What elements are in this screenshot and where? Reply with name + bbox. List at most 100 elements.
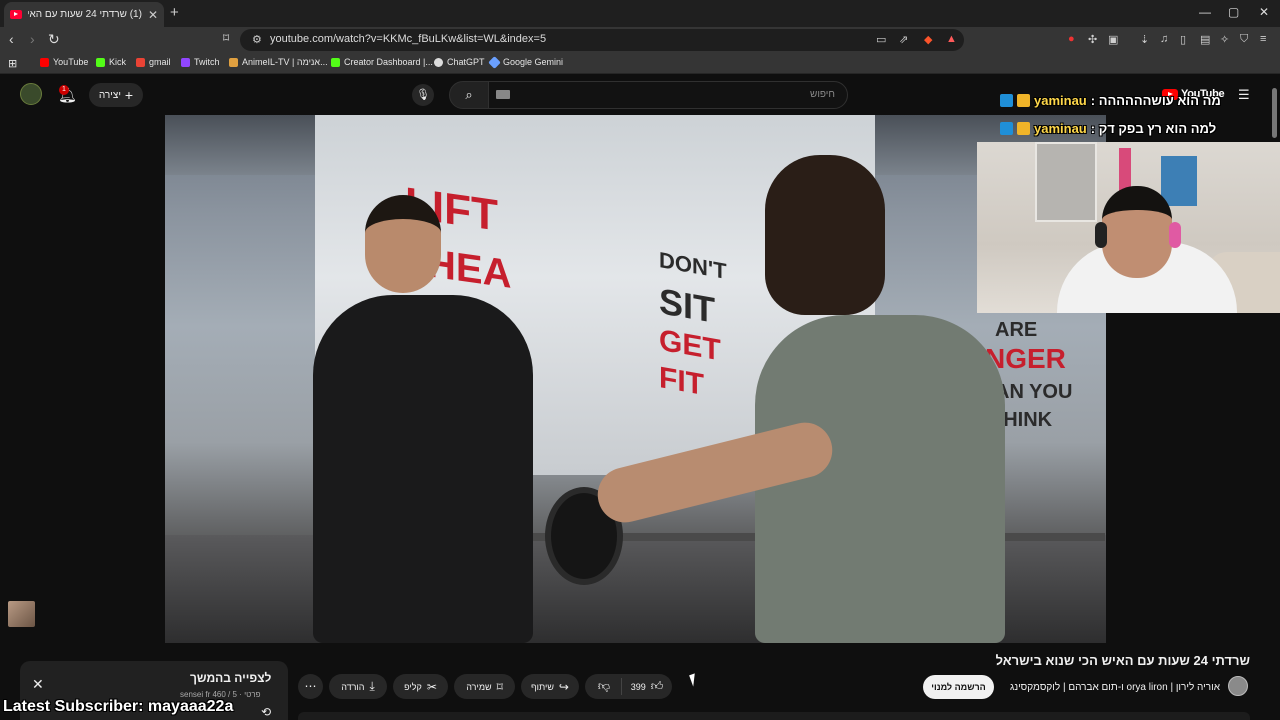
video-person-right-head [765, 155, 885, 315]
kick-icon [96, 57, 105, 67]
page-scrollbar[interactable] [1272, 88, 1277, 138]
reload-icon[interactable]: ↻ [48, 31, 60, 48]
subscribe-button[interactable]: הרשמה למנוי [923, 675, 994, 699]
leo-ai-icon[interactable]: ✧ [1220, 33, 1229, 46]
tab-close-icon[interactable]: ✕ [148, 8, 158, 22]
channel-names[interactable]: אוריה לירון | orya liron ו-תום אברהם | ל… [1010, 682, 1220, 693]
hamburger-menu-icon[interactable]: ☰ [1238, 87, 1250, 103]
url-text[interactable]: youtube.com/watch?v=KKMc_fBuLKw&list=WL&… [270, 33, 546, 45]
vpn-shield-icon[interactable]: ⛉ [1240, 33, 1248, 46]
more-actions-button[interactable]: ⋯ [298, 674, 323, 699]
bookmark-animeil[interactable]: AnimeIL-TV | אנימה... [229, 57, 328, 67]
gemini-icon [488, 55, 501, 69]
microphone-icon[interactable]: 🎙︎ [412, 84, 434, 106]
channel-avatar[interactable] [1228, 676, 1248, 696]
site-info-icon[interactable]: ⚙ [252, 33, 262, 46]
youtube-favicon-icon [10, 10, 22, 19]
bookmark-creator-dashboard[interactable]: Creator Dashboard |... [331, 57, 433, 67]
video-person-left [313, 295, 533, 643]
playlist-close-icon[interactable]: ✕ [32, 676, 44, 693]
apps-grid-icon[interactable]: ⊞ [8, 57, 17, 70]
description-box[interactable] [298, 712, 1250, 720]
chat-text: למה הוא רץ בפק דק : [1090, 121, 1217, 136]
window-close-button[interactable]: ✕ [1259, 5, 1269, 19]
download-button[interactable]: הורדה ⤓ [329, 674, 387, 699]
downloads-icon[interactable]: ⇣ [1140, 33, 1149, 46]
media-icon[interactable]: ♫ [1160, 33, 1168, 45]
video-person-left-head [365, 195, 441, 293]
chat-badge-icon [1017, 94, 1030, 107]
dislike-button[interactable]: 👎︎ [588, 674, 620, 699]
bookmark-kick[interactable]: Kick [96, 57, 126, 67]
screenshot-icon[interactable]: ▣ [1108, 33, 1118, 46]
bookmark-chatgpt[interactable]: ChatGPT [434, 57, 485, 67]
screen: (1) שרדתי 24 שעות עם האיש הכי ✕ + — ▢ ✕ … [0, 0, 1280, 720]
search-input[interactable] [488, 81, 848, 109]
twitch-icon [181, 57, 190, 67]
notifications-badge: 1 [59, 85, 69, 95]
minimize-button[interactable]: — [1199, 5, 1211, 19]
bookmark-twitch[interactable]: Twitch [181, 57, 220, 67]
bookmark-gmail[interactable]: gmail [136, 57, 171, 67]
create-button[interactable]: יצירה + [89, 83, 143, 107]
webcam-poster-blue [1161, 156, 1197, 206]
keyboard-icon[interactable] [496, 90, 510, 99]
share-label: שיתוף [531, 681, 554, 692]
kick-icon [331, 57, 340, 67]
maximize-button[interactable]: ▢ [1228, 5, 1239, 19]
chat-message: yaminau למה הוא רץ בפק דק : [1000, 121, 1216, 136]
like-divider [621, 678, 622, 695]
wallet-icon[interactable]: ▤ [1200, 33, 1210, 46]
browser-menu-icon[interactable]: ≡ [1260, 33, 1266, 45]
brave-shield-icon[interactable]: ◆ [924, 33, 932, 46]
chat-username: yaminau [1034, 121, 1087, 136]
like-count: 399 [630, 681, 646, 692]
headset-ear-icon [1169, 222, 1181, 248]
download-icon: ⤓ [369, 679, 375, 693]
plus-icon: + [124, 87, 134, 103]
clip-button[interactable]: קליפ ✂ [393, 674, 448, 699]
cast-icon[interactable]: ▭ [876, 33, 886, 46]
share-button[interactable]: שיתוף ↪ [521, 674, 579, 699]
share-page-icon[interactable]: ⇗ [899, 33, 908, 46]
extensions-icon[interactable]: ✣ [1088, 33, 1097, 46]
bookmark-gemini[interactable]: Google Gemini [488, 55, 563, 69]
animeil-icon [229, 57, 238, 67]
create-label: יצירה [98, 89, 121, 101]
chat-text: מה הוא עושהההההה : [1090, 93, 1221, 108]
thumbs-up-icon: 👍︎ [650, 679, 664, 693]
webcam-window [1035, 142, 1097, 222]
new-tab-button[interactable]: + [170, 4, 179, 21]
search-button[interactable]: ⌕ [449, 81, 489, 109]
loop-icon[interactable]: ⟲ [261, 705, 271, 719]
save-label: שמירה [466, 681, 492, 692]
video-player[interactable]: LIFT HEA DON'T SIT GET FIT ARE NGER AN Y… [165, 115, 1106, 643]
chat-badge-icon [1017, 122, 1030, 135]
share-arrow-icon: ↪ [558, 679, 569, 694]
webcam-person-head [1102, 186, 1172, 278]
bookmark-save-icon: ⌑ [496, 679, 503, 694]
browser-tab[interactable]: (1) שרדתי 24 שעות עם האיש הכי ✕ [4, 2, 164, 27]
gmail-icon [136, 57, 145, 67]
thumbs-down-icon: 👎︎ [597, 679, 611, 693]
rewards-icon[interactable]: ▲ [946, 33, 957, 45]
browser-tab-strip [0, 0, 1280, 27]
bookmark-icon[interactable]: ⌑ [223, 31, 229, 45]
back-arrow-icon[interactable]: ‹ [9, 31, 14, 47]
forward-arrow-icon[interactable]: › [30, 31, 35, 47]
bookmark-youtube[interactable]: YouTube [40, 57, 88, 67]
avatar[interactable] [20, 83, 42, 105]
search-icon: ⌕ [465, 87, 473, 102]
download-label: הורדה [341, 681, 365, 692]
save-button[interactable]: שמירה ⌑ [454, 674, 515, 699]
webcam-poster-pink [1119, 148, 1131, 192]
clip-label: קליפ [404, 681, 422, 692]
tab-title: (1) שרדתי 24 שעות עם האיש הכי [28, 9, 142, 20]
extension-red-icon[interactable]: ● [1068, 33, 1075, 45]
chat-username: yaminau [1034, 93, 1087, 108]
overlay-thumbnail [8, 601, 35, 627]
sidebar-icon[interactable]: ▯ [1180, 33, 1186, 46]
like-button[interactable]: 399 👍︎ [622, 674, 672, 699]
playlist-title[interactable]: לצפייה בהמשך [190, 671, 271, 685]
chat-badge-icon [1000, 122, 1013, 135]
